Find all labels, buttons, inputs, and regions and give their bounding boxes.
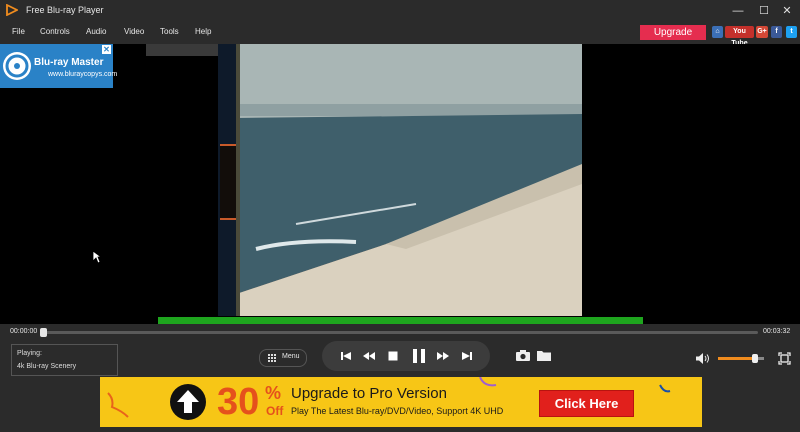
- skip-back-icon: [341, 352, 351, 360]
- fast-forward-button[interactable]: [431, 341, 455, 371]
- skip-forward-icon: [462, 352, 472, 360]
- rewind-icon: [363, 352, 375, 360]
- seek-buffer-bar: [158, 317, 643, 324]
- twitter-icon[interactable]: t: [786, 26, 797, 38]
- youtube-icon[interactable]: You Tube: [725, 26, 754, 47]
- home-icon[interactable]: ⌂: [712, 26, 723, 38]
- ad-off-label: Off: [266, 404, 284, 418]
- menu-controls[interactable]: Controls: [40, 27, 70, 36]
- video-frame: [236, 44, 582, 316]
- camera-icon[interactable]: [516, 350, 530, 361]
- grid-icon: [268, 354, 276, 362]
- title-bar: Free Blu-ray Player — ☐ ✕: [0, 0, 800, 22]
- seek-row: 00:00:00 00:03:32: [0, 324, 800, 340]
- now-playing-panel: Playing: 4k Blu-ray Scenery: [11, 344, 118, 376]
- now-playing-label: Playing:: [17, 350, 42, 357]
- click-here-button[interactable]: Click Here: [539, 390, 634, 417]
- folder-icon[interactable]: [537, 350, 551, 361]
- volume-icon[interactable]: [696, 353, 710, 364]
- next-chapter-button[interactable]: [455, 341, 479, 371]
- upgrade-button[interactable]: Upgrade: [640, 25, 706, 40]
- brand-url: www.bluraycopys.com: [48, 71, 118, 78]
- brand-logo-icon: [3, 52, 31, 80]
- close-icon[interactable]: ✕: [102, 45, 111, 54]
- fullscreen-icon[interactable]: [778, 352, 791, 365]
- volume-handle[interactable]: [751, 354, 758, 363]
- brand-badge[interactable]: ✕ Blu-ray Master www.bluraycopys.com: [0, 44, 117, 88]
- google-plus-icon[interactable]: G+: [756, 26, 768, 38]
- mouse-cursor-icon: [92, 250, 102, 264]
- app-title: Free Blu-ray Player: [26, 5, 104, 15]
- upgrade-ad-banner[interactable]: 30 % Off Upgrade to Pro Version Play The…: [100, 377, 702, 427]
- ad-percent-sign: %: [265, 383, 282, 403]
- now-playing-title: 4k Blu-ray Scenery: [17, 363, 77, 370]
- video-viewport[interactable]: [0, 44, 800, 324]
- play-logo-icon: [6, 4, 18, 16]
- menu-file[interactable]: File: [12, 27, 25, 36]
- pause-button[interactable]: [407, 341, 431, 371]
- pause-icon: [413, 349, 425, 363]
- duration-time: 00:03:32: [763, 328, 791, 335]
- seek-bar[interactable]: [42, 331, 758, 334]
- current-time: 00:00:00: [10, 328, 38, 335]
- close-button[interactable]: ✕: [779, 3, 795, 19]
- transport-controls: [322, 341, 490, 371]
- menu-tools[interactable]: Tools: [160, 27, 179, 36]
- ad-title: Upgrade to Pro Version: [291, 385, 447, 402]
- volume-level: [718, 357, 755, 360]
- facebook-icon[interactable]: f: [771, 26, 782, 38]
- ad-discount-percent: 30: [217, 381, 260, 423]
- menu-button-label: Menu: [282, 353, 300, 360]
- fast-forward-icon: [437, 352, 449, 360]
- disc-menu-button[interactable]: Menu: [259, 349, 307, 367]
- menu-help[interactable]: Help: [195, 27, 211, 36]
- minimize-button[interactable]: —: [730, 3, 746, 19]
- rewind-button[interactable]: [357, 341, 381, 371]
- maximize-button[interactable]: ☐: [756, 3, 772, 19]
- upgrade-arrow-icon: [170, 384, 206, 420]
- previous-chapter-button[interactable]: [334, 341, 358, 371]
- seek-handle[interactable]: [40, 328, 47, 337]
- stop-button[interactable]: [381, 341, 405, 371]
- ad-subtitle: Play The Latest Blu-ray/DVD/Video, Suppo…: [291, 406, 504, 416]
- menu-audio[interactable]: Audio: [86, 27, 106, 36]
- menu-video[interactable]: Video: [124, 27, 144, 36]
- stop-icon: [388, 351, 398, 361]
- brand-name: Blu-ray Master: [34, 57, 104, 68]
